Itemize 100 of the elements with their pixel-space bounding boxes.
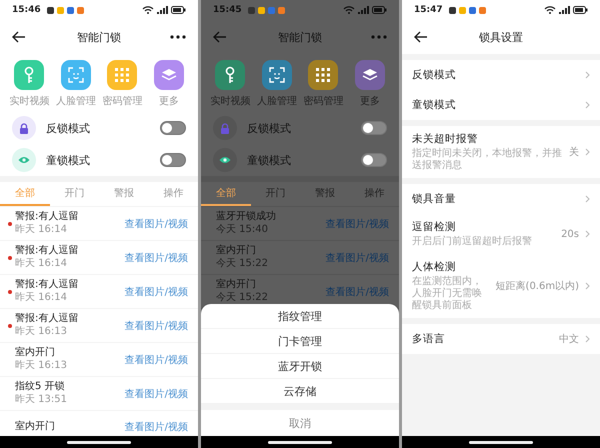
toggle-switch[interactable]: [160, 121, 186, 135]
shortcut-label: 人脸管理: [256, 95, 297, 108]
event-time: 今天 15:40: [216, 224, 269, 236]
battery-icon: [171, 6, 186, 14]
view-media-link[interactable]: 查看图片/视频: [124, 284, 188, 298]
chevron-icon: [585, 71, 590, 79]
filter-tab[interactable]: 开门: [50, 182, 99, 206]
chevron-icon: [585, 282, 590, 290]
toggle-switch[interactable]: [160, 153, 186, 167]
chevron-icon: [585, 230, 590, 238]
shortcut-tile[interactable]: [215, 60, 246, 90]
chevron-icon: [585, 195, 590, 203]
view-media-link[interactable]: 查看图片/视频: [124, 318, 188, 332]
shortcut-tile[interactable]: [262, 60, 292, 90]
event-title: 指纹5 开锁: [15, 381, 66, 393]
eye-icon: [219, 156, 231, 164]
wifi-icon: [142, 6, 154, 14]
shortcut-tile[interactable]: [14, 60, 44, 90]
event-title: 室内开门: [216, 245, 257, 257]
filter-tab[interactable]: 全部: [0, 182, 50, 206]
view-media-link[interactable]: 查看图片/视频: [326, 250, 389, 264]
mode-label: 反锁模式: [46, 120, 91, 136]
mode-label: 童锁模式: [46, 152, 91, 168]
shortcut-label: 实时视频: [9, 94, 50, 108]
signal-icon: [157, 6, 168, 14]
battery-icon: [573, 6, 588, 14]
more-icon[interactable]: [170, 35, 186, 39]
shortcut-tile[interactable]: [107, 60, 138, 90]
setting-hint: 开启后门前逗留超时后报警: [412, 236, 533, 248]
setting-label: 多语言: [412, 332, 446, 346]
shortcut-tile[interactable]: [308, 60, 338, 90]
event-time: 昨天 16:13: [15, 360, 68, 372]
chevron-icon: [585, 148, 590, 156]
shortcut-label: 更多: [360, 95, 380, 108]
setting-value: 短距离(0.6m以内): [496, 280, 579, 293]
shortcut-tile[interactable]: [354, 60, 385, 90]
mode-label: 童锁模式: [247, 152, 292, 168]
view-media-link[interactable]: 查看图片/视频: [124, 420, 188, 434]
face-scan-icon: [268, 67, 285, 83]
filter-tab[interactable]: 操作: [350, 182, 399, 206]
chevron-icon: [585, 101, 590, 109]
shortcut-label: 实时视频: [210, 94, 250, 108]
event-title: 室内开门: [15, 347, 56, 359]
back-icon[interactable]: [12, 31, 26, 43]
home-indicator: [469, 440, 533, 444]
view-media-link[interactable]: 查看图片/视频: [124, 250, 188, 264]
event-title: 警报:有人逗留: [15, 279, 80, 291]
view-media-link[interactable]: 查看图片/视频: [326, 284, 389, 298]
eye-icon: [18, 156, 30, 164]
setting-label: 人体检测: [412, 260, 457, 274]
event-time: 昨天 13:51: [15, 394, 68, 406]
setting-hint: 指定时间未关闭，本地报警，并推送报警消息: [412, 148, 563, 172]
event-title: 警报:有人逗留: [15, 245, 80, 257]
filter-tab[interactable]: 开门: [250, 182, 300, 206]
keypad-icon: [115, 68, 130, 82]
layers-icon: [362, 68, 378, 82]
event-time: 今天 15:22: [216, 258, 269, 270]
event-time: 昨天 16:14: [15, 258, 68, 270]
settings-row[interactable]: 多语言 中文: [402, 324, 600, 354]
shortcut-label: 人脸管理: [56, 95, 96, 108]
filter-tab[interactable]: 操作: [148, 182, 198, 206]
signal-icon: [559, 6, 570, 14]
sheet-option[interactable]: 蓝牙开锁: [201, 354, 399, 379]
setting-label: 未关超时报警: [412, 132, 479, 146]
event-title: 蓝牙开锁成功: [216, 211, 277, 223]
toggle-switch[interactable]: [361, 121, 387, 135]
battery-icon: [372, 6, 387, 14]
setting-value: 20s: [561, 228, 579, 240]
settings-row[interactable]: 反锁模式: [402, 60, 600, 90]
filter-tab[interactable]: 全部: [201, 182, 250, 206]
settings-row[interactable]: 逗留检测 开启后门前逗留超时后报警 20s: [402, 214, 600, 254]
cancel-button[interactable]: 取消: [201, 410, 399, 436]
home-indicator: [67, 440, 131, 444]
shortcut-tile[interactable]: [154, 60, 184, 90]
sheet-option[interactable]: 门卡管理: [201, 329, 399, 354]
view-media-link[interactable]: 查看图片/视频: [124, 386, 188, 400]
view-media-link[interactable]: 查看图片/视频: [124, 352, 188, 366]
shortcut-label: 更多: [158, 95, 179, 108]
signal-icon: [358, 6, 369, 14]
filter-tab[interactable]: 警报: [99, 182, 148, 206]
padlock-icon: [220, 122, 230, 134]
mode-label: 反锁模式: [247, 120, 292, 136]
shortcut-label: 密码管理: [303, 94, 344, 108]
clock-time: 15:45: [213, 5, 242, 15]
view-media-link[interactable]: 查看图片/视频: [124, 216, 188, 230]
shortcut-tile[interactable]: [60, 60, 91, 90]
sheet-option[interactable]: 指纹管理: [201, 304, 399, 329]
setting-value: 中文: [559, 332, 579, 346]
view-media-link[interactable]: 查看图片/视频: [326, 216, 389, 230]
event-title: 警报:有人逗留: [15, 313, 80, 325]
chevron-icon: [585, 335, 590, 343]
filter-tab[interactable]: 警报: [300, 182, 350, 206]
settings-row[interactable]: 人体检测 在监测范围内，人脸开门无需唤醒锁具前面板 短距离(0.6m以内): [402, 254, 600, 318]
toggle-switch[interactable]: [361, 153, 387, 167]
settings-row[interactable]: 童锁模式: [402, 90, 600, 120]
settings-row[interactable]: 未关超时报警 指定时间未关闭，本地报警，并推送报警消息 关: [402, 126, 600, 178]
settings-row[interactable]: 锁具音量: [402, 184, 600, 214]
wifi-icon: [544, 6, 556, 14]
event-title: 室内开门: [15, 421, 56, 433]
back-icon[interactable]: [414, 31, 428, 43]
